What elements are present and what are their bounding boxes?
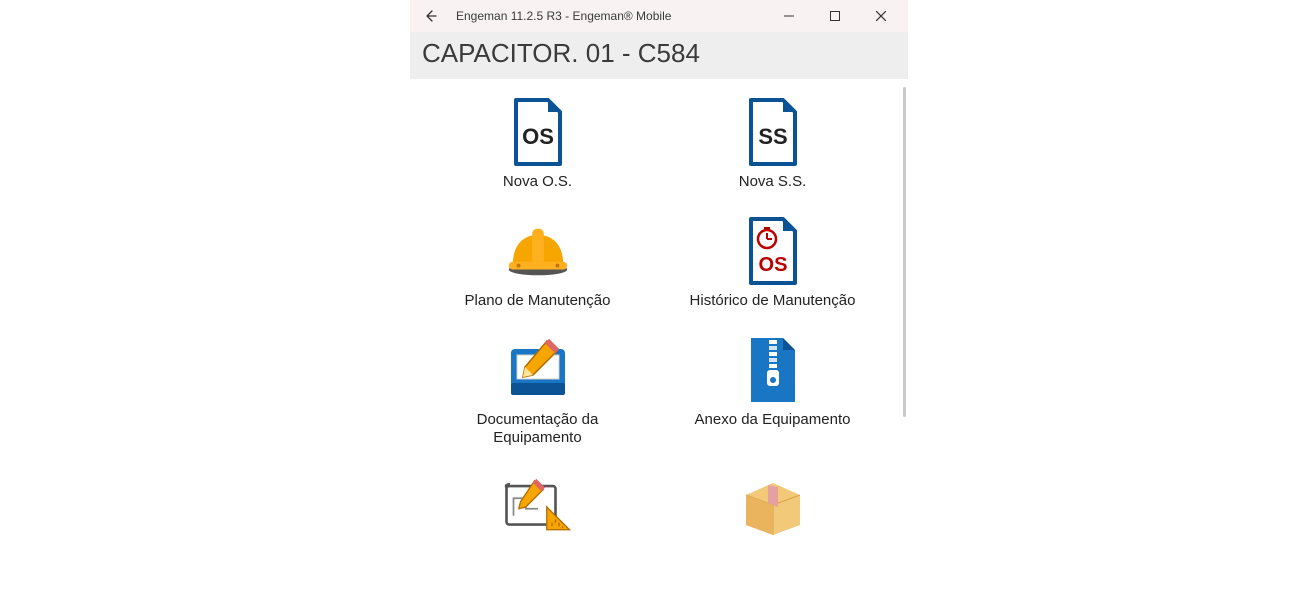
svg-text:OS: OS [758, 254, 787, 276]
tile-label: Plano de Manutenção [465, 292, 611, 311]
hardhat-icon [503, 216, 573, 286]
scrollbar[interactable] [903, 87, 906, 417]
arrow-left-icon [422, 8, 438, 24]
minimize-button[interactable] [766, 0, 812, 32]
window-controls [766, 0, 904, 32]
maximize-button[interactable] [812, 0, 858, 32]
tile-label: Histórico de Manutenção [690, 292, 856, 311]
document-os-icon: OS [503, 97, 573, 167]
tile-label: Nova O.S. [503, 173, 572, 192]
tile-documentacao-equipamento[interactable]: Documentação da Equipamento [420, 335, 655, 449]
page-header: CAPACITOR. 01 - C584 [410, 32, 908, 79]
close-icon [876, 11, 886, 21]
scroll-area: OS Nova O.S. SS Nova S.S. [410, 79, 900, 591]
app-window: Engeman 11.2.5 R3 - Engeman® Mobile CAPA… [410, 0, 908, 591]
tile-label: Nova S.S. [739, 173, 807, 192]
tile-nova-ss[interactable]: SS Nova S.S. [655, 97, 890, 192]
window-title: Engeman 11.2.5 R3 - Engeman® Mobile [446, 9, 766, 23]
tile-historico-manutencao[interactable]: OS Histórico de Manutenção [655, 216, 890, 311]
book-pencil-icon [503, 335, 573, 405]
package-box-icon [738, 472, 808, 542]
tile-nova-os[interactable]: OS Nova O.S. [420, 97, 655, 192]
minimize-icon [784, 11, 794, 21]
titlebar: Engeman 11.2.5 R3 - Engeman® Mobile [410, 0, 908, 32]
blueprint-ruler-icon [503, 472, 573, 542]
page-title: CAPACITOR. 01 - C584 [422, 38, 896, 69]
content: OS Nova O.S. SS Nova S.S. [410, 79, 908, 591]
tile-label: Anexo da Equipamento [695, 411, 851, 430]
svg-text:SS: SS [758, 124, 787, 149]
document-os-clock-icon: OS [738, 216, 808, 286]
tile-anexo-equipamento[interactable]: Anexo da Equipamento [655, 335, 890, 449]
svg-text:OS: OS [522, 124, 554, 149]
back-button[interactable] [414, 8, 446, 24]
tile-plano-manutencao[interactable]: Plano de Manutenção [420, 216, 655, 311]
tile-box[interactable] [655, 472, 890, 548]
zip-file-icon [738, 335, 808, 405]
tile-blueprint[interactable] [420, 472, 655, 548]
document-ss-icon: SS [738, 97, 808, 167]
tile-label: Documentação da Equipamento [438, 411, 638, 449]
close-button[interactable] [858, 0, 904, 32]
tile-grid: OS Nova O.S. SS Nova S.S. [410, 79, 900, 548]
maximize-icon [830, 11, 840, 21]
